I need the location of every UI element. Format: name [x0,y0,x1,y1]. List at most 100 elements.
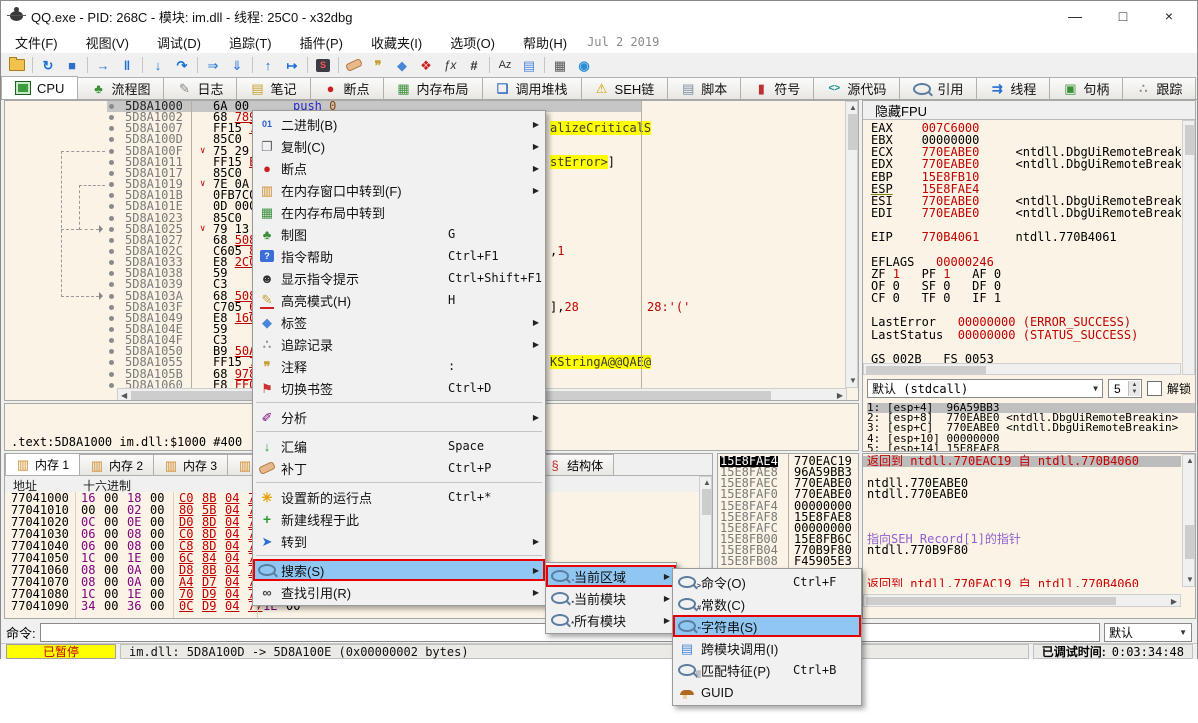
breakpoint-dot[interactable] [109,182,114,187]
breakpoint-dot[interactable] [109,137,114,142]
dump-byte[interactable]: 34 [81,600,95,612]
arg-count-stepper[interactable]: 5 ▲▼ [1108,379,1142,398]
step-over-button[interactable]: ↷ [170,55,194,75]
calling-convention-combo[interactable]: 默认 (stdcall) ▼ [867,379,1103,398]
menu-item-patch[interactable]: 补丁Ctrl+P [253,457,545,479]
stepper-arrows-icon[interactable]: ▲▼ [1128,381,1140,396]
run-to-cursor-button[interactable]: ⇒ [201,55,225,75]
stack-comments-panel[interactable]: 返回到 ntdll.770EAC19 自 ntdll.770B4060 ntdll… [862,453,1196,619]
step-into-button[interactable]: ↓ [146,55,170,75]
tab-memory-map[interactable]: ▦内存布局 [383,77,483,99]
stack-value[interactable]: F45905E3 [794,556,852,567]
menu-item-mag-str[interactable]: "字符串(S) [673,615,861,637]
handles-button[interactable]: ▤ [517,55,541,75]
disasm-vscrollbar[interactable]: ▲ ▼ [845,101,858,388]
stack-comment-row[interactable]: 返回到 ntdll.770EAC19 自 ntdll.770B4060 [863,456,1181,467]
breakpoint-dot[interactable] [109,204,114,209]
assembler-az-button[interactable]: Az [493,55,517,75]
register-line[interactable]: EIP 770B4061 ntdll.770B4061 [871,231,1117,243]
breakpoint-dot[interactable] [109,294,114,299]
dump-tab-memory-window[interactable]: ▥内存 1 [5,453,80,475]
stop-button[interactable]: ■ [60,55,84,75]
arguments-list[interactable]: 1: [esp+4] 96A59BB32: [esp+8] 770EABE0 <… [863,402,1195,452]
tab-cpu[interactable]: CPU [1,76,78,99]
menu-item-analyze[interactable]: ✐分析▶ [253,406,545,428]
dump-tab-memory-window[interactable]: ▥内存 3 [153,454,228,475]
breakpoint-dot[interactable] [109,260,114,265]
breakpoint-dot[interactable] [109,126,114,131]
scroll-right-icon[interactable]: ▶ [837,392,843,400]
dump-tab-struct[interactable]: §结构体 [537,454,614,475]
dump-byte-pointer[interactable]: 04 [225,600,239,612]
dump-byte[interactable]: 00 [104,600,118,612]
menu-item-comment[interactable]: ❞注释: [253,355,545,377]
dump-byte-pointer[interactable]: D9 [202,600,216,612]
pause-button[interactable]: ‖ [115,55,139,75]
scroll-left-icon[interactable]: ◀ [121,392,127,400]
breakpoint-dot[interactable] [109,115,114,120]
close-button[interactable]: × [1147,1,1191,31]
breakpoint-dot[interactable] [109,238,114,243]
comment-button[interactable]: ❞ [366,55,390,75]
tab-references[interactable]: 引用 [899,77,977,99]
breakpoint-dot[interactable] [109,271,114,276]
tab-call-stack[interactable]: ❏调用堆栈 [482,77,582,99]
breakpoint-dot[interactable] [109,104,114,109]
menu-item-mag-module[interactable]: ▪当前模块▶ [546,587,676,609]
scroll-up-icon[interactable]: ▲ [1186,457,1194,465]
tab-script[interactable]: ▤脚本 [667,77,741,99]
menu-item-mag-cmd[interactable]: >命令(O)Ctrl+F [673,571,861,593]
regs-hscrollbar[interactable] [863,363,1181,375]
maximize-button[interactable]: □ [1101,1,1145,31]
menu-item-bookmark[interactable]: ⚑切换书签Ctrl+D [253,377,545,399]
dump-tab-memory-window[interactable]: ▥内存 2 [79,454,154,475]
comments-vscrollbar[interactable]: ▲ ▼ [1182,454,1195,587]
breakpoint-dot[interactable] [109,216,114,221]
menu-item-help[interactable]: ?指令帮助Ctrl+F1 [253,245,545,267]
menu-item-copy[interactable]: ❐复制(C)▶ [253,135,545,157]
menu-item-label[interactable]: ◆标签▶ [253,311,545,333]
tab-log[interactable]: ✎日志 [163,77,237,99]
scroll-up-icon[interactable]: ▲ [703,479,711,487]
calculator-button[interactable]: ▦ [548,55,572,75]
menu-item-mag-region[interactable]: ▫当前区域▶ [546,565,676,587]
breakpoint-dot[interactable] [109,249,114,254]
menu-item-newthread[interactable]: +新建线程于此 [253,508,545,530]
tab-handles-tab[interactable]: ▣句柄 [1049,77,1123,99]
tab-graph[interactable]: ♣流程图 [77,77,164,99]
patch-button[interactable] [342,55,366,75]
menu-item-assemble[interactable]: ↓汇编Space [253,435,545,457]
stack-comment-row[interactable]: ntdll.770EABE0 [867,489,968,500]
menubar-item[interactable]: 帮助(H) [509,31,581,53]
menu-item-mag-all[interactable]: *所有模块▶ [546,609,676,631]
dump-address[interactable]: 77041090 [11,600,69,612]
tab-trace[interactable]: ∴跟踪 [1122,77,1196,99]
breakpoint-dot[interactable] [109,372,114,377]
restart-button[interactable]: ↻ [36,55,60,75]
dump-byte[interactable]: 36 [127,600,141,612]
menu-item-memory-window[interactable]: ▥在内存窗口中转到(F)▶ [253,179,545,201]
fx-functions-button[interactable]: ƒx [438,55,462,75]
dump-byte[interactable]: 00 [150,600,164,612]
stack-comment-row[interactable]: 返回到 ntdll.770EAC19 自 ntdll.770B4060 [867,579,1139,587]
minimize-button[interactable]: — [1053,1,1097,31]
menu-item-guid[interactable]: GUID [673,681,861,703]
stack-comment-row[interactable]: ntdll.770B9F80 [867,545,968,556]
tab-seh[interactable]: ⚠SEH链 [581,77,669,99]
menubar-item[interactable]: 插件(P) [286,31,357,53]
execute-till-return-button[interactable]: ↑ [256,55,280,75]
register-line[interactable]: EDI 770EABE0 <ntdll.DbgUiRemoteBreakin> [871,207,1181,219]
breakpoint-dot[interactable] [109,327,114,332]
breakpoint-dot[interactable] [109,171,114,176]
register-line[interactable]: LastStatus 00000000 (STATUS_SUCCESS) [871,329,1138,341]
menubar-item[interactable]: 收藏夹(I) [357,31,436,53]
register-line[interactable]: CF 0 TF 0 IF 1 [871,292,1001,304]
breakpoint-dot[interactable] [109,305,114,310]
menu-item-goto[interactable]: ➤转到▶ [253,530,545,552]
tab-symbols[interactable]: ▮符号 [740,77,814,99]
scroll-up-icon[interactable]: ▲ [849,104,857,112]
menu-item-graph[interactable]: ♣制图G [253,223,545,245]
favourites-globe-button[interactable]: ◉ [572,55,596,75]
regs-vscrollbar[interactable] [1182,120,1195,375]
menubar-item[interactable]: 文件(F) [1,31,72,53]
